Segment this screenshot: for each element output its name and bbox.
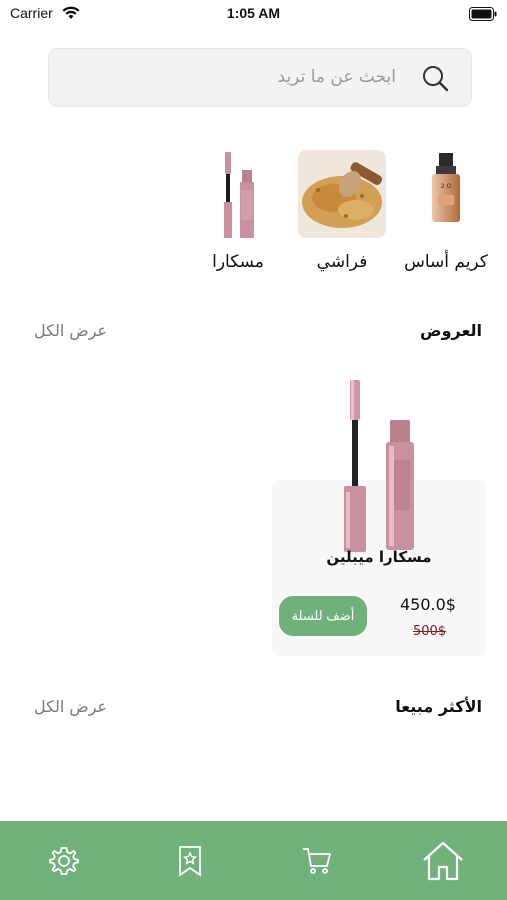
battery-icon: [469, 7, 497, 21]
cart-icon: [303, 847, 331, 874]
best-sellers-see-all-link[interactable]: عرض الكل: [34, 697, 107, 716]
product-price: 450.0$: [400, 595, 456, 614]
category-label: فراشي: [316, 252, 368, 272]
bookmark-icon: [179, 845, 201, 877]
product-old-price: 500$: [413, 624, 447, 639]
svg-text:2 O: 2 O: [441, 183, 452, 190]
mascara-thumbnail: [194, 150, 282, 238]
category-label: كريم أساس: [404, 252, 488, 272]
category-brushes[interactable]: فراشي: [296, 150, 388, 272]
tab-cart[interactable]: [277, 821, 357, 900]
offers-see-all-link[interactable]: عرض الكل: [34, 321, 107, 340]
mascara-product-image: [344, 380, 414, 552]
search-placeholder: ابحث عن ما تريد: [277, 67, 396, 87]
add-to-cart-button[interactable]: أضف للسلة: [279, 596, 367, 636]
settings-icon: [49, 846, 79, 875]
category-foundation[interactable]: 2 O كريم أساس: [400, 150, 492, 272]
product-name: مسكارا ميبلين: [326, 548, 432, 566]
best-sellers-title: الأكثر مبيعا: [395, 697, 482, 716]
foundation-thumbnail: 2 O: [402, 150, 490, 238]
status-time: 1:05 AM: [226, 5, 281, 21]
category-mascara[interactable]: مسكارا: [192, 150, 284, 272]
bottom-tab-bar: [0, 821, 507, 900]
search-icon[interactable]: [421, 64, 449, 92]
category-label: مسكارا: [212, 252, 264, 272]
home-icon: [423, 841, 463, 880]
search-input[interactable]: ابحث عن ما تريد: [48, 48, 472, 107]
offers-title: العروض: [420, 321, 482, 340]
tab-favorites[interactable]: [150, 821, 230, 900]
tab-settings[interactable]: [24, 821, 104, 900]
brush-powder-thumbnail: [298, 150, 386, 238]
tab-home[interactable]: [403, 821, 483, 900]
status-bar: Carrier 1:05 AM: [0, 0, 507, 30]
